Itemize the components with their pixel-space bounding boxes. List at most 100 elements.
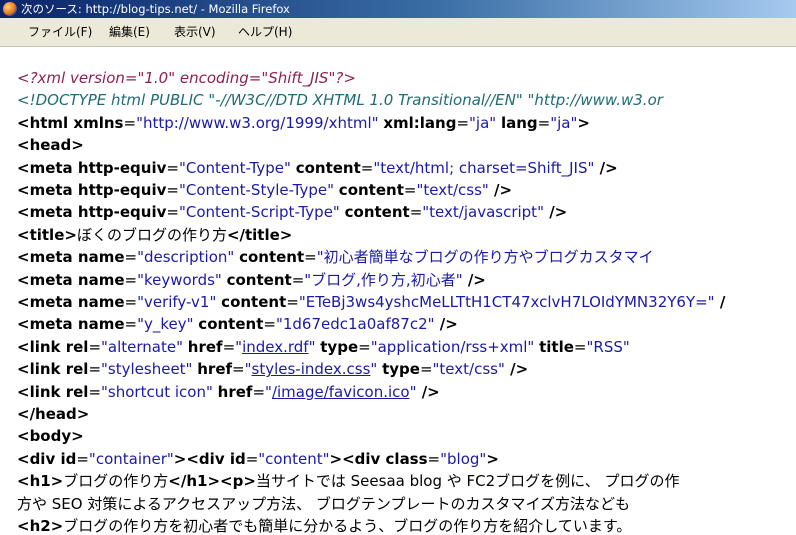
source-line: <meta name="verify-v1" content="ETeBj3ws… (17, 291, 725, 313)
source-token: 方や SEO 対策によるアクセスアップ方法、 ブログテンプレートのカスタマイズ方… (17, 494, 631, 513)
source-link[interactable]: styles-index.css (252, 360, 371, 378)
source-token: = (286, 293, 299, 311)
source-link[interactable]: index.rdf (242, 338, 309, 356)
source-line: <head> (17, 134, 84, 156)
source-token: lang (500, 113, 538, 132)
source-line: <meta http-equiv="Content-Script-Type" c… (17, 201, 567, 223)
source-token: ブログの作り方 (63, 472, 169, 491)
source-token: /> (416, 382, 440, 401)
source-token: = (245, 449, 259, 468)
source-token: = (222, 337, 236, 356)
source-view[interactable]: <?xml version="1.0" encoding="Shift_JIS"… (0, 47, 796, 535)
source-token: /> (594, 158, 618, 177)
source-token: <!DOCTYPE html PUBLIC "-//W3C//DTD XHTML… (17, 91, 663, 110)
source-token: rel (65, 382, 89, 401)
source-token: name (77, 270, 125, 289)
source-token: "text/javascript" (422, 203, 544, 222)
source-token: /> (434, 315, 458, 334)
source-token: <h1> (17, 472, 64, 491)
source-token: content (221, 293, 287, 311)
source-token: content (338, 181, 404, 199)
source-line: <div id="container"><div id="content"><d… (17, 448, 499, 470)
source-line: <meta http-equiv="Content-Style-Type" co… (17, 179, 512, 201)
source-token: <link (17, 337, 66, 356)
source-token: "初心者簡単なブログの作り方やブログカスタマイ (316, 248, 654, 267)
source-token: content (239, 248, 305, 267)
source-token: "ブログ,作り方,初心者" (304, 270, 463, 289)
source-token: "Content-Style-Type" (178, 181, 335, 199)
menu-edit[interactable]: 編集(E) (109, 18, 150, 46)
source-token: /> (488, 181, 513, 199)
source-token: /> (543, 203, 568, 222)
menu-view[interactable]: 表示(V) (174, 18, 216, 46)
source-token: <link (17, 382, 66, 401)
source-token: "ETeBj3ws4yshcMeLLTtH1CT47xclvH7LOIdYMN3… (298, 293, 715, 311)
source-token: http-equiv (77, 181, 167, 199)
source-token: "text/css" (432, 360, 505, 379)
source-line: 方や SEO 対策によるアクセスアップ方法、 ブログテンプレートのカスタマイズ方… (17, 493, 630, 515)
source-token: = (358, 337, 371, 356)
source-token: " (265, 382, 272, 401)
source-line: <meta name="description" content="初心者簡単な… (17, 246, 654, 268)
source-token: <html (17, 113, 74, 132)
source-token: <meta (17, 293, 78, 311)
source-token: = (419, 360, 433, 379)
source-token: <meta (17, 315, 78, 334)
source-token: id (229, 449, 246, 468)
menu-help[interactable]: ヘルプ(H) (238, 18, 292, 46)
source-token: "text/html; charset=Shift_JIS" (373, 158, 595, 177)
source-token: </title> (226, 225, 293, 244)
source-token: ><div (173, 449, 230, 468)
source-token: href (217, 382, 253, 401)
source-token: type (320, 337, 359, 356)
source-token: = (166, 181, 179, 199)
source-token: class (385, 449, 428, 468)
source-token: "ja" (469, 113, 497, 132)
source-token: "verify-v1" (137, 293, 217, 311)
source-token: = (124, 270, 138, 289)
window-title-bar: 次のソース: http://blog-tips.net/ - Mozilla F… (0, 0, 796, 18)
menu-bar: ファイル(F) 編集(E) 表示(V) ヘルプ(H) (0, 18, 796, 47)
source-token: content (226, 270, 292, 289)
source-token: "container" (88, 449, 174, 468)
source-token: ><div (329, 449, 386, 468)
source-token: = (403, 181, 417, 199)
source-token: = (263, 315, 276, 334)
source-token: </h1><p> (168, 472, 256, 491)
source-line: <body> (17, 425, 84, 447)
source-token: <head> (17, 136, 84, 155)
source-link[interactable]: /image/favicon.ico (272, 383, 410, 401)
source-token: content (295, 158, 361, 177)
source-token: = (76, 449, 89, 468)
source-token: rel (65, 360, 89, 379)
source-token: type (382, 360, 420, 379)
source-line: <meta name="keywords" content="ブログ,作り方,初… (17, 269, 486, 291)
source-token: "y_key" (137, 315, 194, 334)
source-token: > (577, 113, 590, 132)
source-token: ブログの作り方を初心者でも簡単に分かるよう、ブログの作り方を紹介しています。 (63, 517, 632, 535)
source-token: = (409, 203, 423, 222)
source-token: <meta (17, 181, 78, 199)
source-token: title (539, 337, 574, 356)
source-token: "blog" (440, 449, 487, 468)
source-token: = (166, 203, 179, 222)
source-line: <meta name="y_key" content="1d67edc1a0af… (17, 313, 458, 335)
source-line: </head> (17, 403, 89, 425)
source-token: ぼくのブログの作り方 (76, 225, 227, 244)
source-token: id (60, 449, 77, 468)
source-token: content (198, 315, 264, 334)
source-token: = (166, 158, 179, 177)
source-token: <body> (17, 427, 84, 446)
source-token: xml:lang (383, 113, 457, 132)
source-token: = (232, 360, 245, 379)
source-line: <link rel="alternate" href="index.rdf" t… (17, 336, 630, 358)
source-token: <title> (17, 225, 77, 244)
source-token: <meta (17, 158, 78, 177)
source-token: href (197, 360, 233, 379)
source-token: = (573, 337, 587, 356)
source-token: "application/rss+xml" (370, 337, 535, 356)
source-line: <?xml version="1.0" encoding="Shift_JIS"… (17, 67, 356, 89)
source-token: http-equiv (77, 158, 167, 177)
source-token: "RSS" (586, 337, 630, 356)
menu-file[interactable]: ファイル(F) (28, 18, 92, 46)
